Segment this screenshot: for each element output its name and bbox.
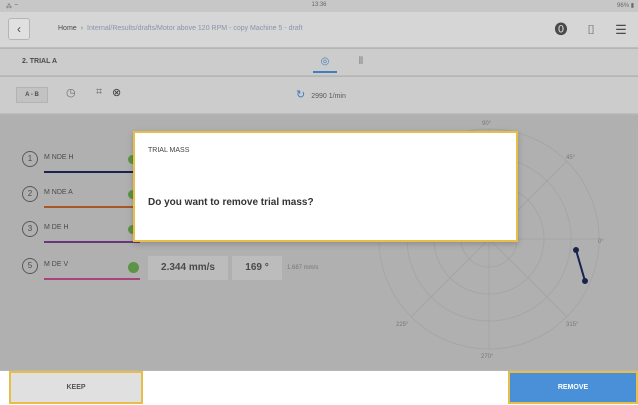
remove-button[interactable]: REMOVE [508, 371, 638, 404]
trial-mass-dialog: TRIAL MASS Do you want to remove trial m… [133, 131, 518, 242]
dialog-title: TRIAL MASS [148, 147, 190, 154]
keep-button[interactable]: KEEP [9, 371, 143, 404]
action-bar: KEEP REMOVE [0, 371, 638, 405]
dialog-message: Do you want to remove trial mass? [148, 197, 314, 208]
